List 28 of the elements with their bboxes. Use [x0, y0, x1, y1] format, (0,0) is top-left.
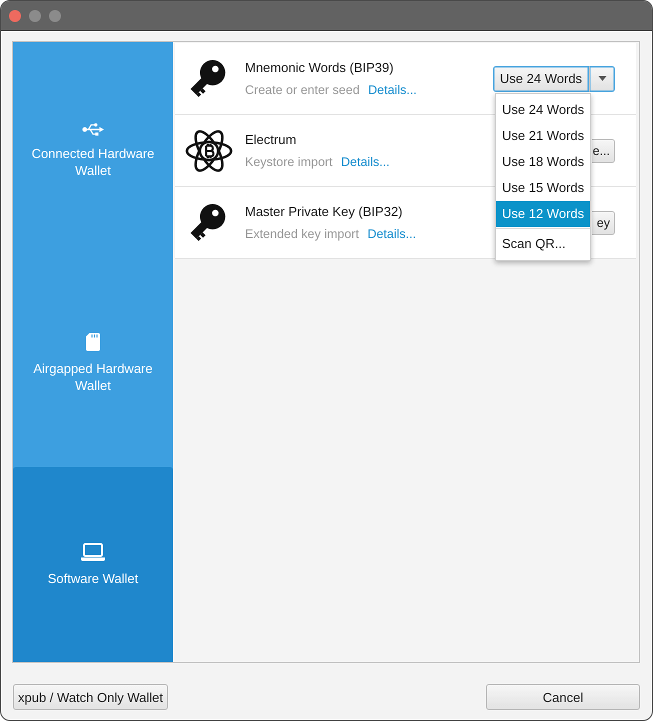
action-button[interactable]: e...: [592, 138, 615, 162]
menu-item[interactable]: Use 18 Words: [496, 148, 590, 174]
dropdown-button[interactable]: Use 24 Words: [493, 66, 589, 92]
watch-only-button[interactable]: xpub / Watch Only Wallet: [13, 684, 168, 710]
option-title: Mnemonic Words (BIP39): [245, 60, 394, 74]
details-link[interactable]: Details...: [368, 82, 417, 96]
key-icon: [190, 202, 228, 242]
option-description: Extended key import: [245, 226, 359, 240]
option-description: Create or enter seed: [245, 82, 360, 96]
menu-item[interactable]: Use 24 Words: [496, 96, 590, 122]
details-link[interactable]: Details...: [367, 226, 416, 240]
key-icon: [190, 58, 228, 98]
sd-card-icon: [86, 333, 100, 351]
details-link[interactable]: Details...: [341, 154, 390, 168]
option-title: Electrum: [245, 132, 296, 146]
menu-item[interactable]: Use 15 Words: [496, 174, 590, 200]
sidebar-item[interactable]: Software Wallet: [13, 467, 173, 662]
action-button[interactable]: ey: [592, 210, 615, 234]
option-title: Master Private Key (BIP32): [245, 204, 402, 218]
menu-item[interactable]: Scan QR...: [496, 230, 590, 256]
dropdown-arrow-button[interactable]: [589, 66, 615, 92]
menu-item[interactable]: Use 21 Words: [496, 122, 590, 148]
close-button[interactable]: [9, 10, 21, 22]
usb-icon: [82, 123, 104, 136]
laptop-icon: [81, 542, 105, 560]
cancel-button[interactable]: Cancel: [486, 684, 640, 710]
caret-icon: [598, 76, 606, 81]
option-description: Keystore import: [245, 154, 333, 168]
